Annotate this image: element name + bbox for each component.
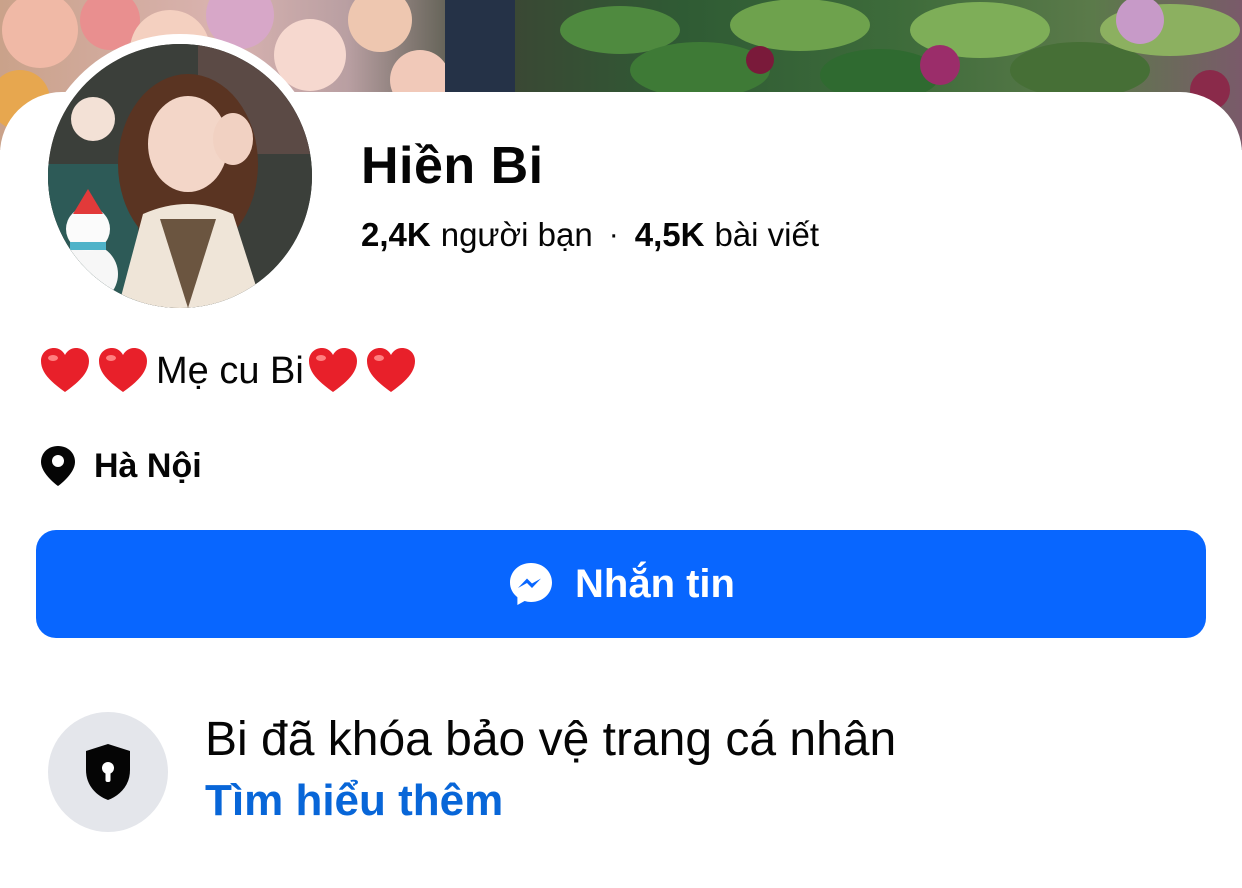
friends-count[interactable]: 2,4K bbox=[361, 216, 431, 254]
bio-text: Mẹ cu Bi bbox=[156, 349, 304, 392]
shield-lock-icon bbox=[86, 744, 130, 800]
avatar-image bbox=[48, 44, 312, 308]
message-button-label: Nhắn tin bbox=[575, 561, 735, 606]
heart-icon bbox=[308, 348, 357, 392]
location-text: Hà Nội bbox=[94, 446, 202, 485]
profile-bio: Mẹ cu Bi bbox=[38, 344, 422, 398]
location-pin-icon bbox=[41, 446, 75, 486]
profile-location: Hà Nội bbox=[38, 444, 202, 488]
heart-icon bbox=[366, 348, 415, 392]
heart-icon bbox=[41, 348, 89, 392]
heart-icon bbox=[99, 348, 147, 392]
message-button[interactable]: Nhắn tin bbox=[36, 530, 1206, 638]
posts-count: 4,5K bbox=[634, 216, 705, 253]
lock-notice-icon-wrap bbox=[48, 712, 168, 832]
avatar[interactable] bbox=[48, 44, 312, 308]
messenger-icon bbox=[510, 563, 552, 605]
profile-name: Hiền Bi bbox=[361, 137, 544, 195]
friends-label[interactable]: người bạn bbox=[441, 216, 593, 254]
profile-stats: 2,4K người bạn · 4,5K bài viết bbox=[361, 216, 819, 254]
profile-page: Hiền Bi 2,4K người bạn · 4,5K bài viết M… bbox=[0, 0, 1242, 888]
stats-separator: · bbox=[608, 218, 619, 251]
learn-more-link[interactable]: Tìm hiểu thêm bbox=[205, 776, 503, 826]
posts-label: bài viết bbox=[714, 216, 819, 253]
lock-notice-title: Bi đã khóa bảo vệ trang cá nhân bbox=[205, 713, 897, 766]
